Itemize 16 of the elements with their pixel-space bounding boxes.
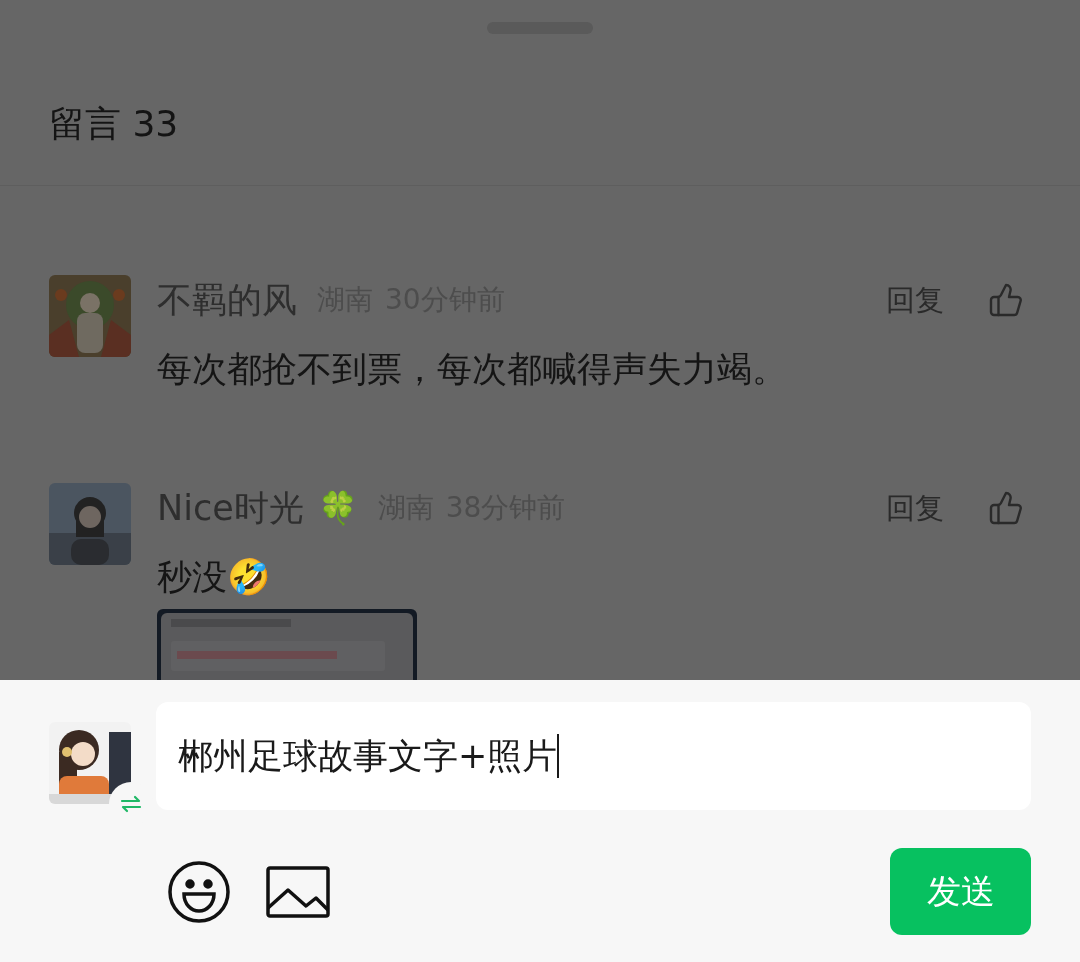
like-icon[interactable] [988, 490, 1024, 526]
emoji-icon[interactable] [167, 859, 231, 924]
comment-text: 秒没🤣 [157, 556, 272, 599]
input-value: 郴州足球故事文字+照片 [178, 738, 558, 774]
reply-button[interactable]: 回复 [886, 285, 944, 315]
commenter-name: Nice时光 [157, 490, 304, 526]
send-button[interactable]: 发送 [890, 848, 1031, 935]
reply-button[interactable]: 回复 [886, 493, 944, 523]
commenter-name: 不羁的风 [157, 282, 297, 318]
text-caret [557, 734, 560, 778]
comment-input[interactable]: 郴州足球故事文字+照片 [156, 702, 1031, 810]
clover-emoji: 🍀 [317, 492, 358, 524]
comment-text: 每次都抢不到票，每次都喊得声失力竭。 [157, 348, 788, 391]
comments-title: 留言 33 [49, 106, 180, 142]
like-icon[interactable] [988, 282, 1024, 318]
image-icon[interactable] [266, 865, 330, 918]
